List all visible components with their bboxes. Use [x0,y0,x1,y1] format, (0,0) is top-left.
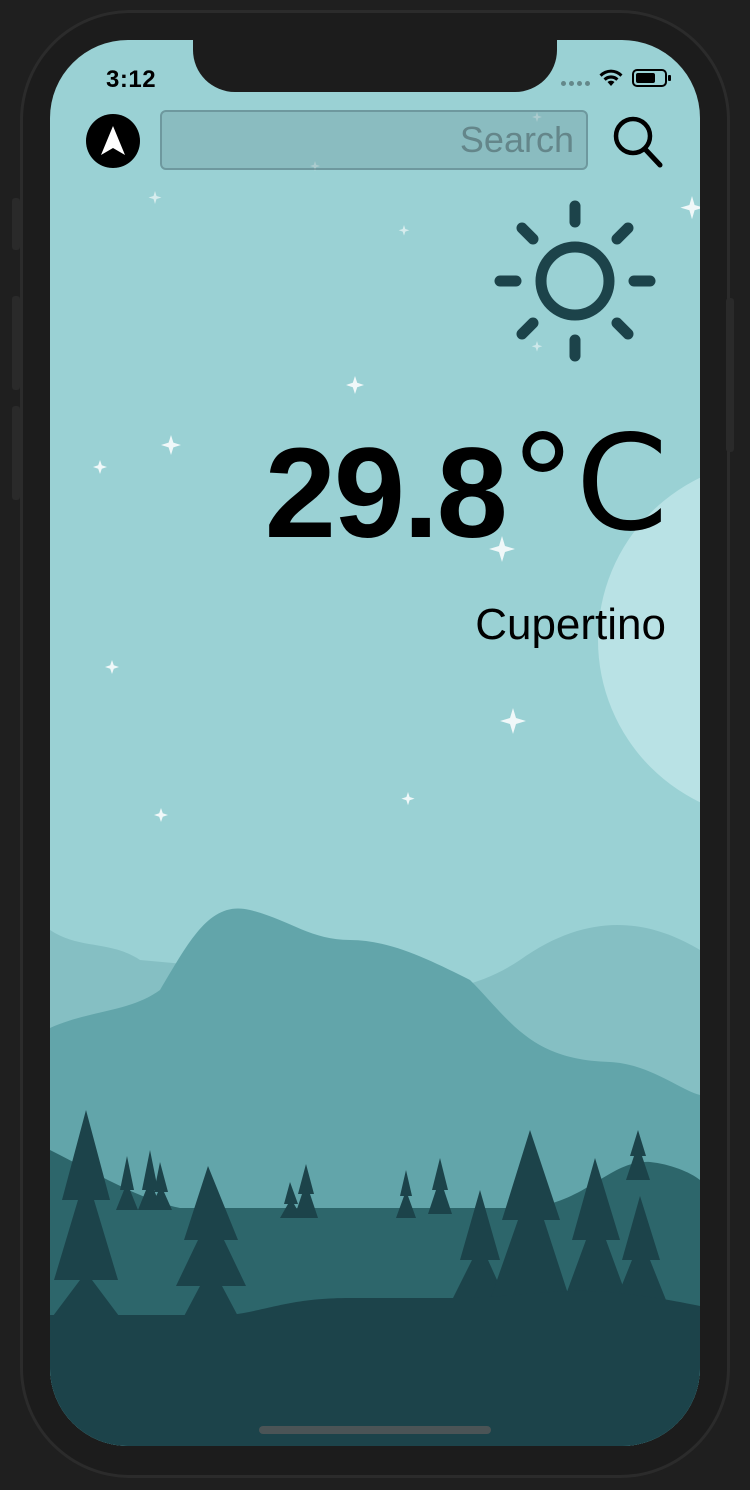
power-button [726,298,734,452]
star-icon [398,225,410,236]
star-icon [401,792,415,806]
volume-down-button [12,406,20,500]
magnifying-glass-icon [613,116,663,168]
star-icon [346,376,364,394]
star-icon [105,660,119,674]
city-name: Cupertino [475,600,666,649]
cellular-signal-icon [561,70,590,86]
status-icons [561,68,672,88]
star-icon [93,460,107,474]
star-icon [161,435,181,455]
star-icon [154,808,168,822]
battery-icon [632,69,671,87]
landscape-illustration [50,908,700,1446]
search-input[interactable] [160,110,588,170]
status-time: 3:12 [106,66,157,93]
volume-up-button [12,296,20,390]
star-icon [148,191,162,204]
location-arrow-icon [101,126,125,155]
temperature-display: 29.8 °C [265,412,668,558]
search-button[interactable] [606,110,670,174]
app-screen: 3:12 Search 29.8 °C Cupertino [50,40,700,1446]
silent-switch [12,198,20,250]
sun-icon [494,200,656,362]
wifi-icon [599,69,623,86]
star-icon [680,196,700,220]
location-button[interactable] [86,114,140,168]
temperature-unit: °C [509,407,668,561]
temperature-value: 29.8 [264,422,508,565]
home-indicator[interactable] [259,1426,491,1434]
top-toolbar [50,108,700,174]
star-icon [500,708,526,734]
notch [193,40,557,92]
